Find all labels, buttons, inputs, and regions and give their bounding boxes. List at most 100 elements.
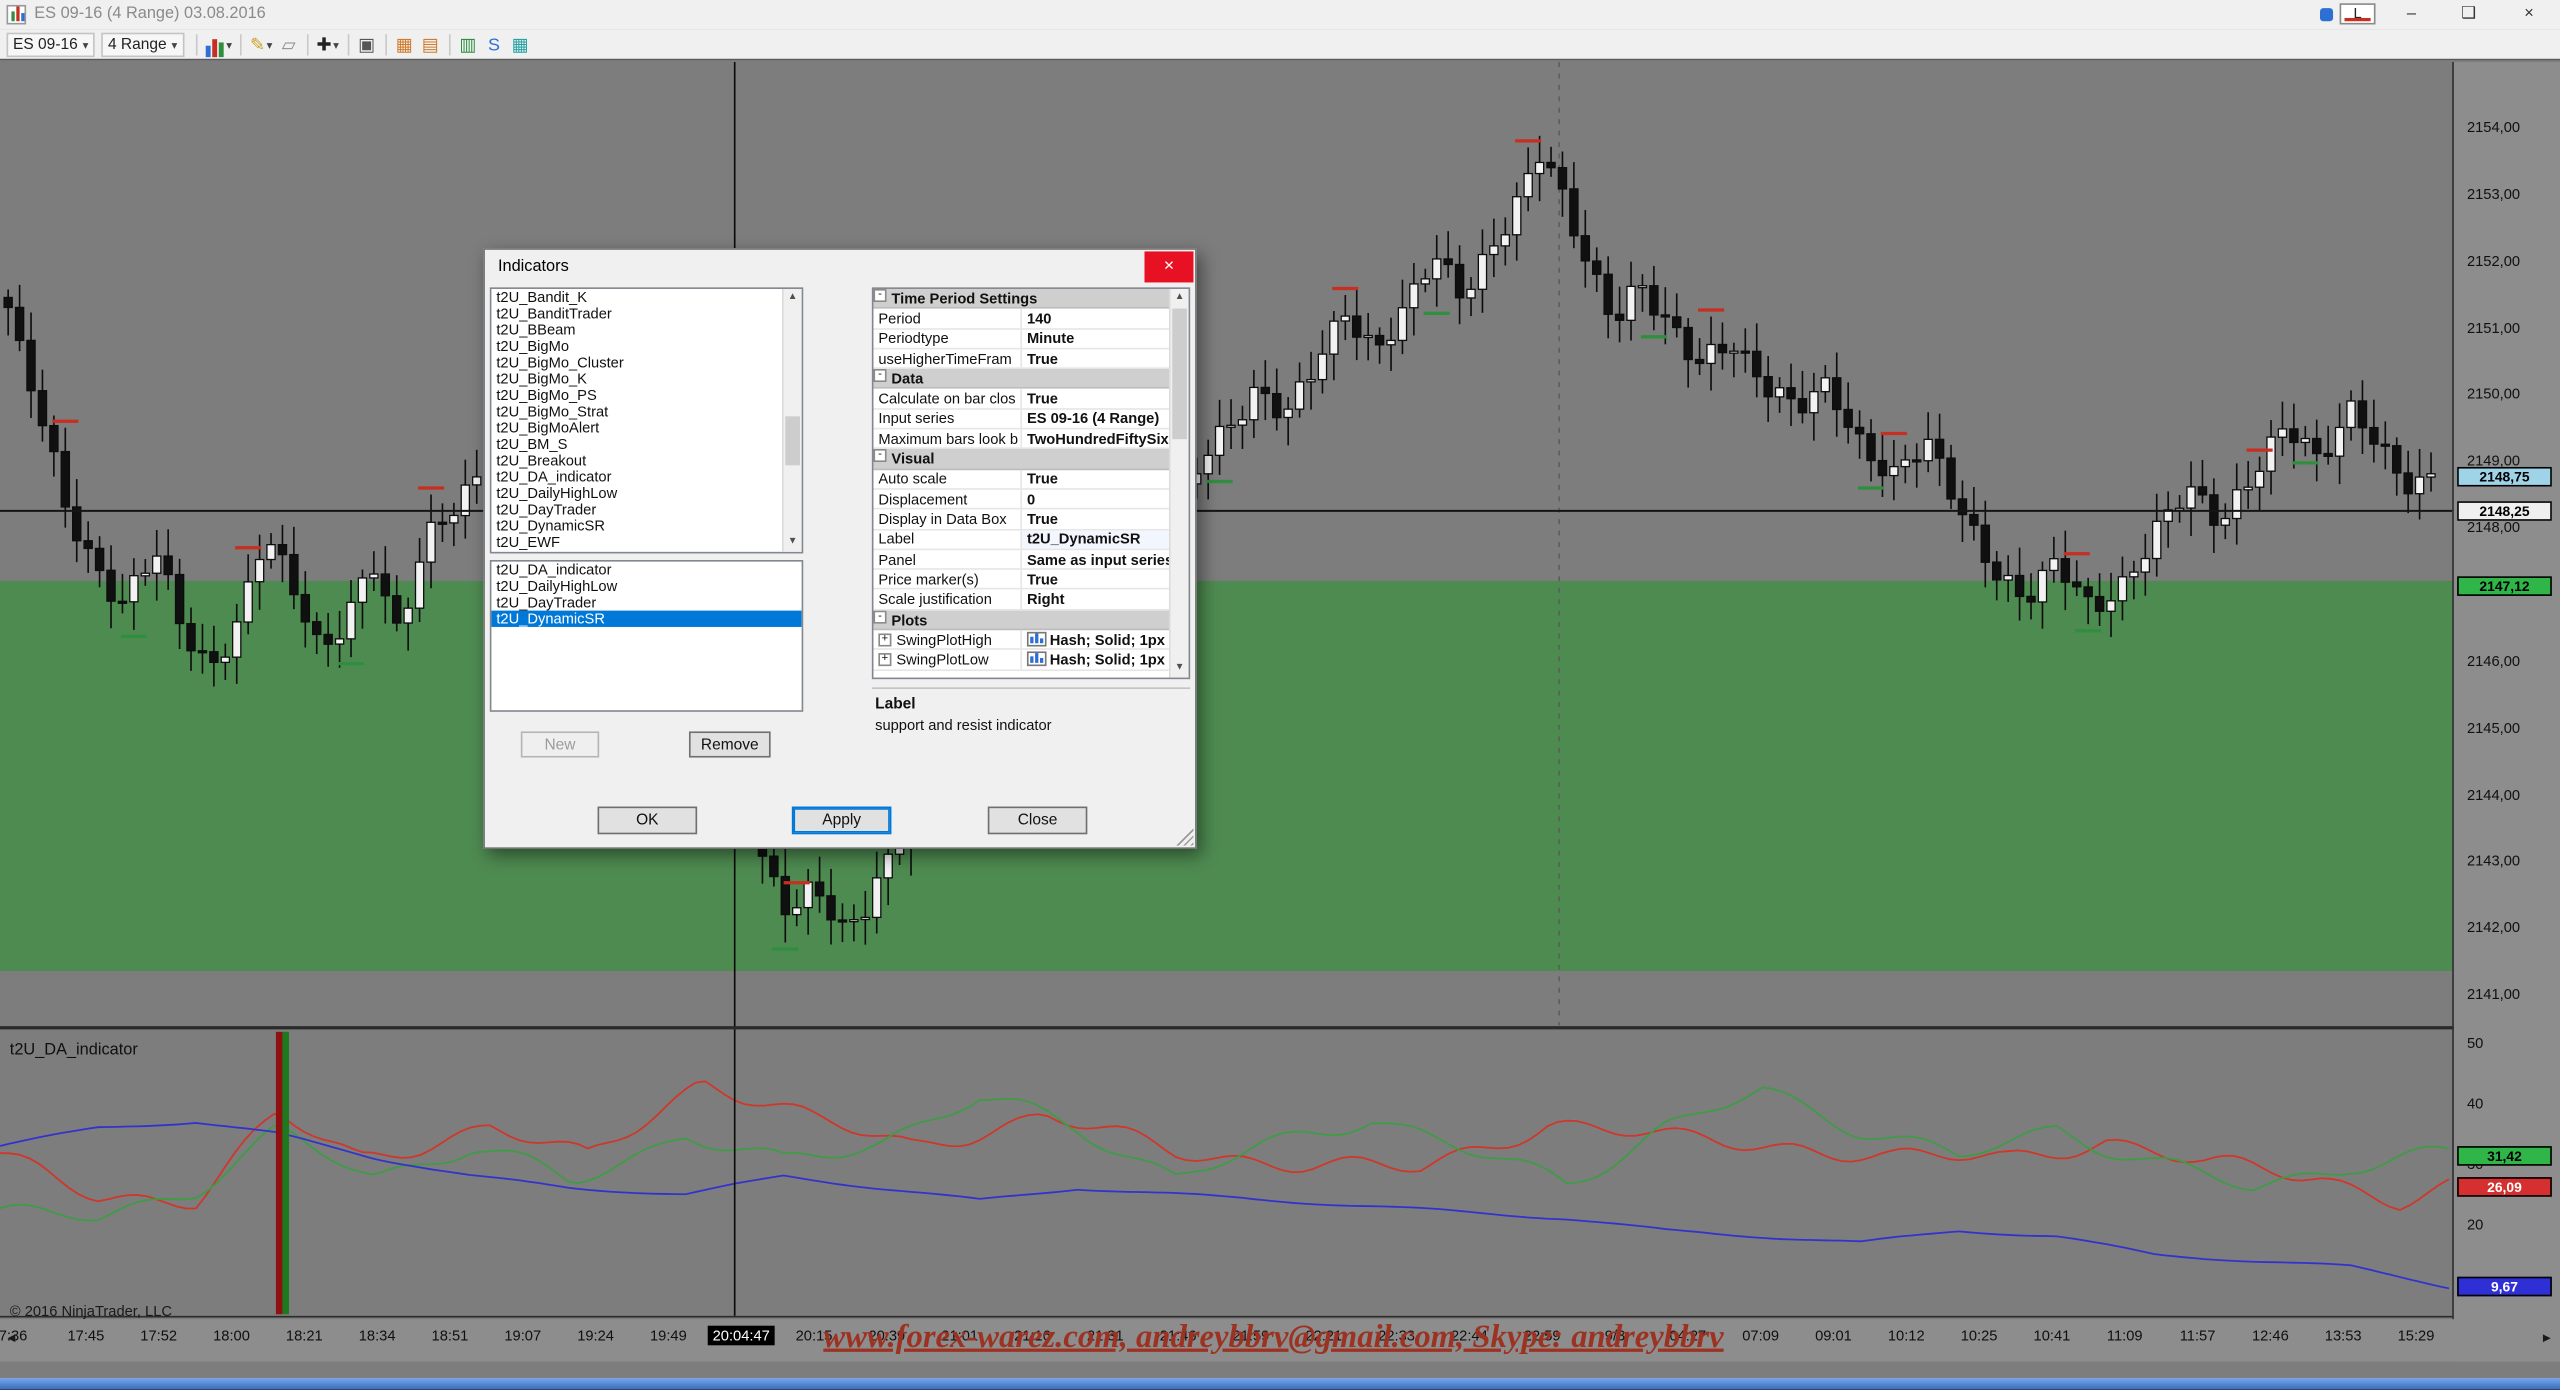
scrollbar-thumb[interactable] bbox=[1172, 309, 1187, 440]
price-axis[interactable]: 2154,002153,002152,002151,002150,002149,… bbox=[2454, 62, 2560, 1362]
collapse-icon[interactable]: - bbox=[873, 610, 886, 623]
market-analyzer-icon[interactable]: ▦ bbox=[507, 32, 533, 56]
eraser-icon[interactable]: ▱ bbox=[276, 32, 302, 56]
chart-panel-icon[interactable]: ▣ bbox=[354, 32, 380, 56]
property-value[interactable]: 140 bbox=[1022, 309, 1169, 327]
scroll-left-arrow[interactable]: ◄ bbox=[5, 1331, 18, 1346]
property-section[interactable]: -Visual bbox=[873, 450, 1169, 470]
instrument-link-button[interactable]: L bbox=[2340, 3, 2376, 24]
available-indicator-item[interactable]: t2U_BigMoAlert bbox=[491, 420, 782, 436]
property-value[interactable]: Hash; Solid; 1px bbox=[1022, 630, 1169, 648]
plot-style-icon[interactable] bbox=[1027, 632, 1047, 647]
window-pin-icon[interactable] bbox=[2320, 8, 2333, 21]
scrollbar-thumb[interactable] bbox=[785, 416, 800, 465]
property-value[interactable]: t2U_DynamicSR bbox=[1022, 530, 1169, 548]
property-value[interactable]: Hash; Solid; 1px bbox=[1022, 650, 1169, 668]
remove-button[interactable]: Remove bbox=[689, 731, 771, 757]
property-value[interactable]: ES 09-16 (4 Range) bbox=[1022, 409, 1169, 427]
property-value[interactable]: Same as input series bbox=[1022, 550, 1169, 568]
collapse-icon[interactable]: - bbox=[873, 369, 886, 382]
available-indicator-item[interactable]: t2U_Bandit_K bbox=[491, 289, 782, 305]
interval-selector[interactable]: 4 Range▾ bbox=[101, 32, 183, 56]
available-indicator-item[interactable]: t2U_BBeam bbox=[491, 322, 782, 338]
expand-icon[interactable]: + bbox=[878, 653, 891, 666]
chart-style-icon[interactable]: ▾ bbox=[202, 32, 235, 56]
property-section[interactable]: -Time Period Settings bbox=[873, 289, 1169, 309]
property-row[interactable]: Calculate on bar closTrue bbox=[873, 389, 1169, 409]
available-indicator-item[interactable]: t2U_BigMo_Cluster bbox=[491, 354, 782, 370]
available-indicator-item[interactable]: t2U_BigMo_PS bbox=[491, 387, 782, 403]
property-row[interactable]: +SwingPlotHighHash; Solid; 1px bbox=[873, 630, 1169, 650]
available-indicator-item[interactable]: t2U_DA_indicator bbox=[491, 469, 782, 485]
applied-indicator-item[interactable]: t2U_DynamicSR bbox=[491, 611, 801, 627]
scroll-up-icon[interactable]: ▲ bbox=[784, 289, 802, 307]
property-row[interactable]: PeriodtypeMinute bbox=[873, 329, 1169, 349]
property-value[interactable]: 0 bbox=[1022, 490, 1169, 508]
available-indicator-item[interactable]: t2U_BigMo_Strat bbox=[491, 403, 782, 419]
available-indicator-item[interactable]: t2U_BigMo bbox=[491, 338, 782, 354]
applied-indicators-list[interactable]: t2U_DA_indicatort2U_DailyHighLowt2U_DayT… bbox=[490, 560, 803, 712]
available-indicator-item[interactable]: t2U_Breakout bbox=[491, 452, 782, 468]
drawing-tools-icon[interactable]: ✎▾ bbox=[247, 32, 276, 56]
applied-indicator-item[interactable]: t2U_DailyHighLow bbox=[491, 578, 801, 594]
dialog-title-bar[interactable]: Indicators bbox=[485, 250, 1195, 284]
property-section[interactable]: -Plots bbox=[873, 610, 1169, 630]
property-row[interactable]: Input seriesES 09-16 (4 Range) bbox=[873, 409, 1169, 429]
available-indicator-item[interactable]: t2U_EWF bbox=[491, 534, 782, 550]
property-row[interactable]: Display in Data BoxTrue bbox=[873, 510, 1169, 530]
collapse-icon[interactable]: - bbox=[873, 450, 886, 463]
chart-area[interactable]: t2U_DA_indicator © 2016 NinjaTrader, LLC… bbox=[0, 62, 2560, 1362]
cursor-tool-icon[interactable]: ✚▾ bbox=[313, 32, 342, 56]
scroll-up-icon[interactable]: ▲ bbox=[1171, 289, 1189, 307]
available-indicator-item[interactable]: t2U_BM_S bbox=[491, 436, 782, 452]
property-value[interactable]: True bbox=[1022, 570, 1169, 588]
close-button[interactable]: × bbox=[2504, 0, 2553, 29]
property-row[interactable]: Auto scaleTrue bbox=[873, 470, 1169, 490]
available-indicator-item[interactable]: t2U_DynamicSR bbox=[491, 518, 782, 534]
minimize-button[interactable]: – bbox=[2387, 0, 2436, 29]
snap-mode-icon[interactable]: ▦ bbox=[391, 32, 417, 56]
property-row[interactable]: Price marker(s)True bbox=[873, 570, 1169, 590]
property-row[interactable]: useHigherTimeFramTrue bbox=[873, 349, 1169, 369]
strategies-icon[interactable]: S bbox=[481, 32, 507, 56]
apply-button[interactable]: Apply bbox=[792, 807, 892, 835]
property-row[interactable]: Scale justificationRight bbox=[873, 590, 1169, 610]
instrument-selector[interactable]: ES 09-16▾ bbox=[7, 32, 95, 56]
property-value[interactable]: True bbox=[1022, 510, 1169, 528]
dialog-close-button[interactable]: × bbox=[1144, 251, 1193, 282]
close-dialog-button[interactable]: Close bbox=[988, 807, 1088, 835]
property-row[interactable]: Maximum bars look bTwoHundredFiftySix bbox=[873, 430, 1169, 450]
collapse-icon[interactable]: - bbox=[873, 289, 886, 302]
property-value[interactable]: TwoHundredFiftySix bbox=[1022, 430, 1169, 448]
scroll-down-icon[interactable]: ▼ bbox=[784, 534, 802, 552]
available-indicator-item[interactable]: t2U_BanditTrader bbox=[491, 305, 782, 321]
property-value[interactable]: True bbox=[1022, 470, 1169, 488]
expand-icon[interactable]: + bbox=[878, 633, 891, 646]
available-indicator-item[interactable]: t2U_DailyHighLow bbox=[491, 485, 782, 501]
scroll-down-icon[interactable]: ▼ bbox=[1171, 660, 1189, 678]
property-value[interactable]: Minute bbox=[1022, 329, 1169, 347]
new-button[interactable]: New bbox=[521, 731, 599, 757]
available-indicator-item[interactable]: t2U_BigMo_K bbox=[491, 371, 782, 387]
chart-trader-icon[interactable]: ▥ bbox=[455, 32, 481, 56]
property-value[interactable]: True bbox=[1022, 349, 1169, 367]
available-list-scrollbar[interactable]: ▲ ▼ bbox=[782, 289, 802, 552]
applied-indicator-item[interactable]: t2U_DayTrader bbox=[491, 594, 801, 610]
maximize-button[interactable]: ❑ bbox=[2444, 0, 2493, 29]
scroll-right-arrow[interactable]: ► bbox=[2540, 1331, 2553, 1346]
property-row[interactable]: Period140 bbox=[873, 309, 1169, 329]
property-grid-scrollbar[interactable]: ▲ ▼ bbox=[1169, 289, 1189, 678]
applied-indicator-item[interactable]: t2U_DA_indicator bbox=[491, 562, 801, 578]
property-row[interactable]: Labelt2U_DynamicSR bbox=[873, 530, 1169, 550]
available-indicator-item[interactable]: t2U_DayTrader bbox=[491, 501, 782, 517]
available-indicators-list[interactable]: ▲ ▼ t2U_Bandit_Kt2U_BanditTradert2U_BBea… bbox=[490, 287, 803, 553]
dialog-resize-grip[interactable] bbox=[1176, 828, 1194, 846]
property-section[interactable]: -Data bbox=[873, 369, 1169, 389]
property-row[interactable]: Displacement0 bbox=[873, 490, 1169, 510]
property-grid[interactable]: -Time Period SettingsPeriod140Periodtype… bbox=[872, 287, 1190, 679]
property-value[interactable]: True bbox=[1022, 389, 1169, 407]
price-marker-icon[interactable]: ▤ bbox=[417, 32, 443, 56]
property-value[interactable]: Right bbox=[1022, 590, 1169, 608]
property-row[interactable]: +SwingPlotLowHash; Solid; 1px bbox=[873, 650, 1169, 670]
ok-button[interactable]: OK bbox=[598, 807, 698, 835]
